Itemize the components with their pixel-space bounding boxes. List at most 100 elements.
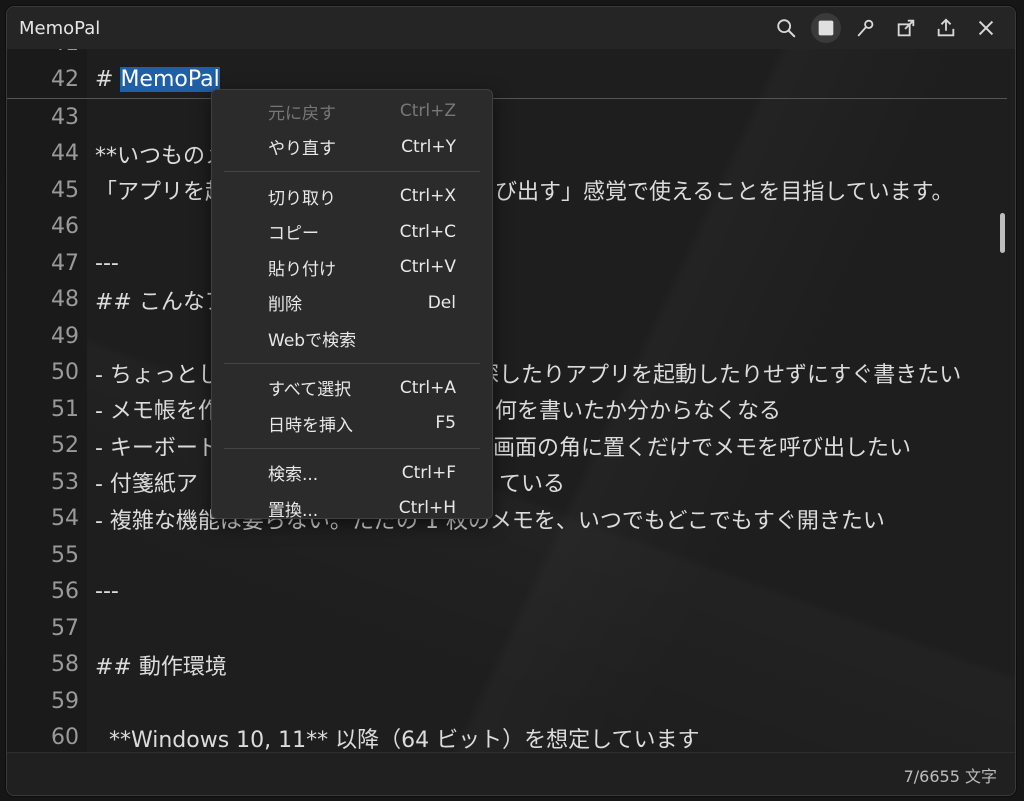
editor-line[interactable]: 58 ## 動作環境 bbox=[7, 647, 1007, 684]
editor-line[interactable]: 41 bbox=[7, 49, 1007, 62]
line-text-tail[interactable]: 何を書いたか分からなくなる bbox=[495, 393, 781, 425]
title-bar[interactable]: MemoPal bbox=[7, 7, 1015, 49]
line-text[interactable]: - 付箋紙ア bbox=[95, 466, 198, 498]
menu-item-shortcut: Ctrl+F bbox=[401, 462, 456, 483]
line-text[interactable]: - キーボード bbox=[95, 430, 220, 462]
menu-item-label: 置換... bbox=[268, 500, 319, 521]
line-text-tail[interactable]: ている bbox=[499, 466, 565, 498]
line-number: 50 bbox=[51, 360, 79, 386]
line-text-visible: --- bbox=[95, 250, 119, 276]
menu-separator bbox=[224, 171, 480, 172]
line-number: 59 bbox=[51, 688, 79, 714]
line-number: 55 bbox=[51, 542, 79, 568]
context-menu: 元に戻す Ctrl+Z やり直す Ctrl+Y 切り取り Ctrl+X コピー Ctrl+C 貼… bbox=[211, 89, 493, 521]
line-number: 56 bbox=[51, 579, 79, 605]
menu-item[interactable]: コピー Ctrl+C bbox=[212, 215, 492, 249]
editor-line[interactable]: 45 「アプリを起 び出す」感覚で使えることを目指しています。 bbox=[7, 172, 1007, 209]
line-text[interactable]: # MemoPal bbox=[95, 67, 220, 93]
line-number: 54 bbox=[51, 506, 79, 532]
line-number: 58 bbox=[51, 652, 79, 678]
menu-item-label: 検索... bbox=[268, 465, 319, 485]
line-number: 42 bbox=[51, 67, 79, 93]
line-text-visible: - 付箋紙ア bbox=[95, 472, 198, 498]
editor-line[interactable]: 50 - ちょっとし 探したりアプリを起動したりせずにすぐ書きたい bbox=[7, 355, 1007, 392]
app-title: MemoPal bbox=[19, 17, 101, 39]
menu-item-shortcut: Ctrl+X bbox=[399, 186, 456, 206]
line-number: 44 bbox=[51, 141, 79, 167]
menu-item-label: 日時を挿入 bbox=[268, 415, 353, 436]
editor-line[interactable]: 54- 複雑な機能は要らない。ただの 1 枚のメモを、いつでもどこでもすぐ開きた… bbox=[7, 501, 1007, 538]
editor-line[interactable]: 47 --- bbox=[7, 245, 1007, 282]
key-icon[interactable] bbox=[851, 13, 881, 43]
search-icon[interactable] bbox=[771, 13, 801, 43]
editor-line[interactable]: 42 # MemoPal bbox=[7, 62, 1007, 99]
line-text-visible: - ちょっとし bbox=[95, 362, 220, 388]
menu-item-shortcut: Ctrl+Z bbox=[399, 101, 456, 121]
line-text[interactable]: --- bbox=[95, 251, 119, 276]
editor-line[interactable]: 55 bbox=[7, 537, 1007, 574]
menu-item[interactable]: 切り取り Ctrl+X bbox=[212, 179, 492, 213]
menu-item-shortcut: F5 bbox=[435, 413, 456, 433]
menu-item-shortcut: Ctrl+H bbox=[398, 498, 456, 518]
line-text[interactable]: ## 動作環境 bbox=[95, 649, 227, 681]
line-text-visible: ## 動作環境 bbox=[95, 654, 227, 680]
editor-line[interactable]: 43 bbox=[7, 99, 1007, 136]
menu-item-label: コピー bbox=[268, 224, 319, 244]
editor-line[interactable]: 44 **いつものメ bbox=[7, 136, 1007, 173]
editor-line[interactable]: 59 bbox=[7, 683, 1007, 720]
editor-lines[interactable]: 41 42 # MemoPal 43 44 **いつものメ 45 「アプリを起 び出す」感覚で使… bbox=[7, 49, 1007, 753]
menu-item[interactable]: すべて選択 Ctrl+A bbox=[212, 371, 492, 405]
line-text[interactable]: --- bbox=[95, 579, 119, 604]
line-text-visible: 「アプリを起 bbox=[95, 180, 228, 206]
menu-item-label: 元に戻す bbox=[268, 103, 336, 124]
line-text[interactable]: **Windows 10, 11** 以降（64 ビット）を想定しています bbox=[95, 722, 700, 753]
menu-item-label: 貼り付け bbox=[268, 259, 336, 280]
line-text-tail[interactable]: び出す」感覚で使えることを目指しています。 bbox=[495, 174, 953, 206]
menu-item-label: やり直す bbox=[268, 139, 336, 159]
line-text-visible: - メモ帳を作 bbox=[95, 399, 220, 425]
menu-item[interactable]: 置換... Ctrl+H bbox=[212, 491, 492, 525]
line-text[interactable]: 「アプリを起 bbox=[95, 174, 227, 206]
editor-area[interactable]: 41 42 # MemoPal 43 44 **いつものメ 45 「アプリを起 び出す」感覚で使… bbox=[7, 49, 1015, 753]
editor-line[interactable]: 46 bbox=[7, 209, 1007, 246]
editor-line[interactable]: 51 - メモ帳を作 何を書いたか分からなくなる bbox=[7, 391, 1007, 428]
menu-item[interactable]: 検索... Ctrl+F bbox=[212, 456, 492, 490]
editor-line[interactable]: 53 - 付箋紙ア ている bbox=[7, 464, 1007, 501]
menu-item-shortcut: Ctrl+A bbox=[399, 377, 456, 398]
menu-item[interactable]: 日時を挿入 F5 bbox=[212, 406, 492, 440]
editor-line[interactable]: 52 - キーボード 画面の角に置くだけでメモを呼び出したい bbox=[7, 428, 1007, 465]
line-text[interactable]: ## こんなア bbox=[95, 284, 227, 316]
menu-item-shortcut: Ctrl+Y bbox=[401, 136, 456, 157]
menu-item-shortcut: Ctrl+V bbox=[399, 257, 456, 277]
line-text-tail[interactable]: 画面の角に置くだけでメモを呼び出したい bbox=[493, 430, 911, 462]
menu-item[interactable]: やり直す Ctrl+Y bbox=[212, 130, 492, 164]
open-external-icon[interactable] bbox=[891, 13, 921, 43]
editor-line[interactable]: 57 bbox=[7, 610, 1007, 647]
menu-item[interactable]: 削除 Del bbox=[212, 286, 492, 320]
scrollbar-thumb[interactable] bbox=[1000, 213, 1005, 253]
line-number: 48 bbox=[51, 287, 79, 313]
share-icon[interactable] bbox=[931, 13, 961, 43]
menu-separator bbox=[224, 362, 480, 364]
editor-line[interactable]: 49 bbox=[7, 318, 1007, 355]
line-text[interactable]: **いつものメ bbox=[95, 138, 227, 170]
menu-item-label: すべて選択 bbox=[268, 380, 352, 400]
line-number: 45 bbox=[51, 177, 79, 203]
line-number: 52 bbox=[51, 433, 79, 459]
line-text-visible: - キーボード bbox=[95, 435, 220, 461]
menu-item[interactable]: 貼り付け Ctrl+V bbox=[212, 250, 492, 284]
menu-item[interactable]: 元に戻す Ctrl+Z bbox=[212, 94, 492, 128]
line-text-visible: **Windows 10, 11** 以降（64 ビット）を想定しています bbox=[95, 727, 700, 753]
line-number: 43 bbox=[51, 104, 79, 130]
editor-line[interactable]: 56 --- bbox=[7, 574, 1007, 611]
line-text-tail[interactable]: 探したりアプリを起動したりせずにすぐ書きたい bbox=[477, 357, 961, 389]
selected-text[interactable]: MemoPal bbox=[120, 67, 220, 93]
line-text[interactable]: - ちょっとし bbox=[95, 357, 220, 389]
line-number: 46 bbox=[51, 214, 79, 240]
menu-item[interactable]: Webで検索 bbox=[212, 321, 492, 355]
close-icon[interactable] bbox=[971, 13, 1001, 43]
pin-icon[interactable] bbox=[811, 13, 841, 43]
editor-line[interactable]: 48 ## こんなア bbox=[7, 282, 1007, 319]
line-text[interactable]: - メモ帳を作 bbox=[95, 393, 220, 425]
editor-line[interactable]: 60 **Windows 10, 11** 以降（64 ビット）を想定しています bbox=[7, 720, 1007, 754]
